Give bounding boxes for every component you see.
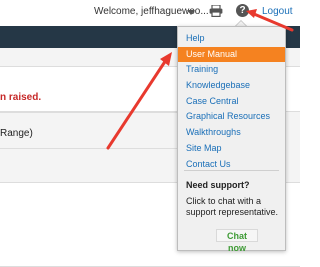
support-description: Click to chat with a support representat… — [186, 196, 279, 217]
menu-item-training[interactable]: Training — [178, 62, 285, 78]
alert-text: n raised. — [0, 92, 42, 103]
divider — [0, 112, 180, 113]
top-bar: Welcome, jeffhaguewoo... ? Logout — [0, 0, 300, 24]
menu-item-knowledgebase[interactable]: Knowledgebase — [178, 78, 285, 94]
divider — [0, 148, 180, 149]
menu-item-case-central[interactable]: Case Central — [178, 94, 285, 110]
caret-down-icon[interactable] — [187, 10, 195, 15]
menu-item-walkthroughs[interactable]: Walkthroughs — [178, 125, 285, 141]
help-dropdown-menu: Help User Manual Training Knowledgebase … — [177, 26, 286, 253]
menu-item-user-manual[interactable]: User Manual — [178, 46, 285, 63]
printer-icon[interactable] — [209, 5, 223, 17]
help-menu-list: Help User Manual Training Knowledgebase … — [178, 31, 285, 172]
menu-item-help[interactable]: Help — [178, 31, 285, 47]
support-heading: Need support? — [186, 180, 250, 190]
menu-item-site-map[interactable]: Site Map — [178, 141, 285, 157]
logout-link[interactable]: Logout — [262, 6, 293, 17]
menu-divider — [184, 170, 279, 171]
menu-item-graphical-resources[interactable]: Graphical Resources — [178, 109, 285, 125]
help-question-icon[interactable]: ? — [236, 4, 249, 17]
range-text: Range) — [0, 128, 33, 139]
chat-now-button[interactable]: Chat now — [216, 229, 258, 253]
